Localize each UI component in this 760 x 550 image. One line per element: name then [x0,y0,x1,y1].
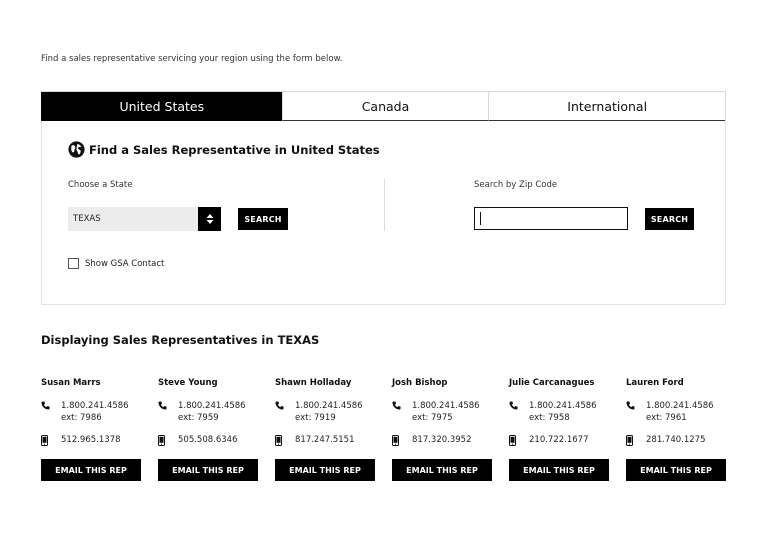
divider [384,179,385,231]
mobile-icon [392,435,412,449]
mobile-icon [41,435,61,449]
phone-icon [509,401,529,413]
rep-mobile[interactable]: 817.247.5151 [295,435,354,449]
rep-phone-row: 1.800.241.4586 [275,401,363,413]
search-panel: Find a Sales Representative in United St… [41,121,726,305]
rep-phone[interactable]: 1.800.241.4586 [178,401,246,413]
rep-name: Shawn Holladay [275,378,352,388]
email-rep-button[interactable]: EMAIL THIS REP [275,459,375,481]
phone-icon [158,401,178,413]
rep-phone[interactable]: 1.800.241.4586 [412,401,480,413]
rep-mobile[interactable]: 505.508.6346 [178,435,237,449]
rep-mobile[interactable]: 281.740.1275 [646,435,705,449]
rep-mobile-row: 817.247.5151 [275,435,354,449]
state-select-value: TEXAS [73,214,101,224]
email-rep-button[interactable]: EMAIL THIS REP [392,459,492,481]
intro-text: Find a sales representative servicing yo… [41,54,343,64]
rep-ext: ext: 7919 [295,413,336,423]
email-rep-button[interactable]: EMAIL THIS REP [158,459,258,481]
region-tabs: United States Canada International [41,91,726,121]
rep-name: Lauren Ford [626,378,684,388]
rep-mobile-row: 817.320.3952 [392,435,471,449]
email-rep-button[interactable]: EMAIL THIS REP [626,459,726,481]
gsa-checkbox[interactable] [68,258,79,269]
rep-ext: ext: 7986 [61,413,102,423]
state-search-button[interactable]: SEARCH [238,208,288,230]
tab-canada[interactable]: Canada [281,92,489,121]
rep-mobile-row: 210.722.1677 [509,435,588,449]
rep-phone[interactable]: 1.800.241.4586 [646,401,714,413]
rep-card: Julie Carcanagues 1.800.241.4586 ext: 7958… [509,378,609,481]
rep-card: Shawn Holladay 1.800.241.4586 ext: 7919 817… [275,378,375,481]
rep-mobile[interactable]: 817.320.3952 [412,435,471,449]
email-rep-button[interactable]: EMAIL THIS REP [509,459,609,481]
phone-icon [392,401,412,413]
rep-phone-row: 1.800.241.4586 [392,401,480,413]
rep-mobile[interactable]: 210.722.1677 [529,435,588,449]
panel-title-text: Find a Sales Representative in United St… [89,142,380,157]
rep-phone-row: 1.800.241.4586 [626,401,714,413]
rep-ext: ext: 7975 [412,413,453,423]
rep-phone[interactable]: 1.800.241.4586 [529,401,597,413]
state-label: Choose a State [68,180,133,190]
rep-card: Susan Marrs 1.800.241.4586 ext: 7986 512.96… [41,378,141,481]
tab-united-states[interactable]: United States [41,92,282,121]
rep-phone[interactable]: 1.800.241.4586 [61,401,129,413]
zip-input[interactable] [474,207,628,230]
mobile-icon [626,435,646,449]
rep-mobile[interactable]: 512.965.1378 [61,435,120,449]
rep-mobile-row: 505.508.6346 [158,435,237,449]
rep-ext: ext: 7958 [529,413,570,423]
rep-name: Steve Young [158,378,218,388]
tab-international[interactable]: International [488,92,725,121]
rep-card: Steve Young 1.800.241.4586 ext: 7959 505.50… [158,378,258,481]
rep-phone-row: 1.800.241.4586 [509,401,597,413]
mobile-icon [158,435,178,449]
gsa-label: Show GSA Contact [85,258,165,269]
zip-label: Search by Zip Code [474,180,558,190]
mobile-icon [509,435,529,449]
rep-phone-row: 1.800.241.4586 [158,401,246,413]
rep-name: Susan Marrs [41,378,101,388]
zip-search-button[interactable]: SEARCH [645,208,694,230]
rep-ext: ext: 7959 [178,413,219,423]
rep-phone-row: 1.800.241.4586 [41,401,129,413]
rep-mobile-row: 512.965.1378 [41,435,120,449]
email-rep-button[interactable]: EMAIL THIS REP [41,459,141,481]
rep-card: Josh Bishop 1.800.241.4586 ext: 7975 817.32… [392,378,492,481]
panel-title: Find a Sales Representative in United St… [68,141,380,158]
state-select[interactable]: TEXAS [68,207,221,231]
phone-icon [275,401,295,413]
rep-phone[interactable]: 1.800.241.4586 [295,401,363,413]
text-caret [480,212,481,225]
results-title: Displaying Sales Representatives in TEXA… [41,333,320,347]
phone-icon [41,401,61,413]
globe-icon [68,141,85,158]
select-arrows-icon [198,207,221,231]
rep-mobile-row: 281.740.1275 [626,435,705,449]
phone-icon [626,401,646,413]
rep-name: Josh Bishop [392,378,448,388]
rep-card: Lauren Ford 1.800.241.4586 ext: 7961 281.74… [626,378,726,481]
rep-ext: ext: 7961 [646,413,687,423]
rep-name: Julie Carcanagues [509,378,595,388]
mobile-icon [275,435,295,449]
gsa-option: Show GSA Contact [68,258,164,269]
